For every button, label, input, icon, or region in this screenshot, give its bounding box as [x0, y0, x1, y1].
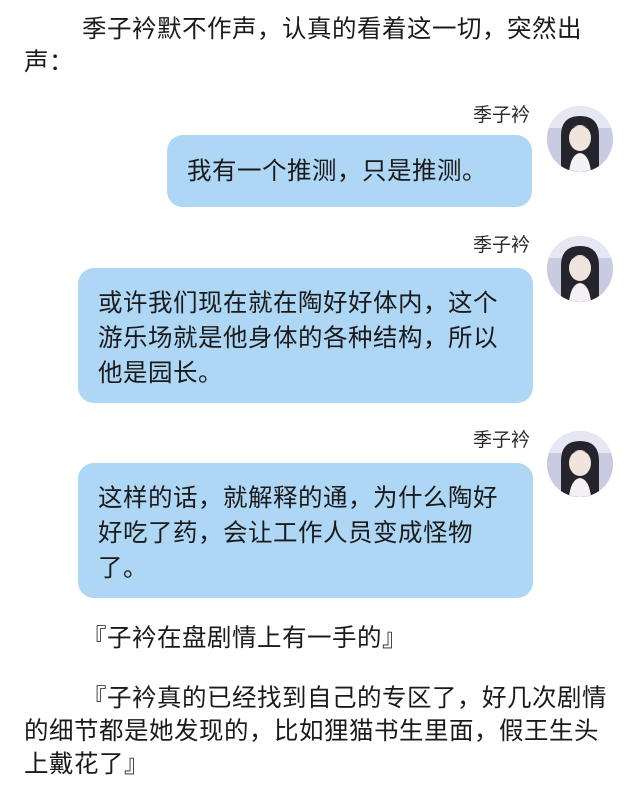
avatar-portrait-icon [547, 106, 613, 172]
comment: 『子衿在盘剧情上有一手的』 [82, 623, 407, 652]
avatar[interactable] [547, 431, 613, 497]
intro-narration: 季子衿默不作声，认真的看着这一切，突然出声： [24, 14, 582, 76]
avatar-portrait-icon [547, 236, 613, 302]
message-bubble: 或许我们现在就在陶好好体内，这个游乐场就是他身体的各种结构，所以他是园长。 [78, 268, 533, 403]
speaker-name: 季子衿 [472, 104, 530, 126]
message-bubble: 我有一个推测，只是推测。 [167, 135, 532, 207]
speaker-name: 季子衿 [472, 429, 530, 451]
avatar-portrait-icon [547, 431, 613, 497]
speaker-name: 季子衿 [472, 234, 530, 256]
avatar[interactable] [547, 236, 613, 302]
avatar[interactable] [547, 106, 613, 172]
comment: 『子衿真的已经找到自己的专区了，好几次剧情的细节都是她发现的，比如狸猫书生里面，… [24, 683, 607, 778]
message-bubble: 这样的话，就解释的通，为什么陶好好吃了药，会让工作人员变成怪物了。 [78, 463, 533, 598]
